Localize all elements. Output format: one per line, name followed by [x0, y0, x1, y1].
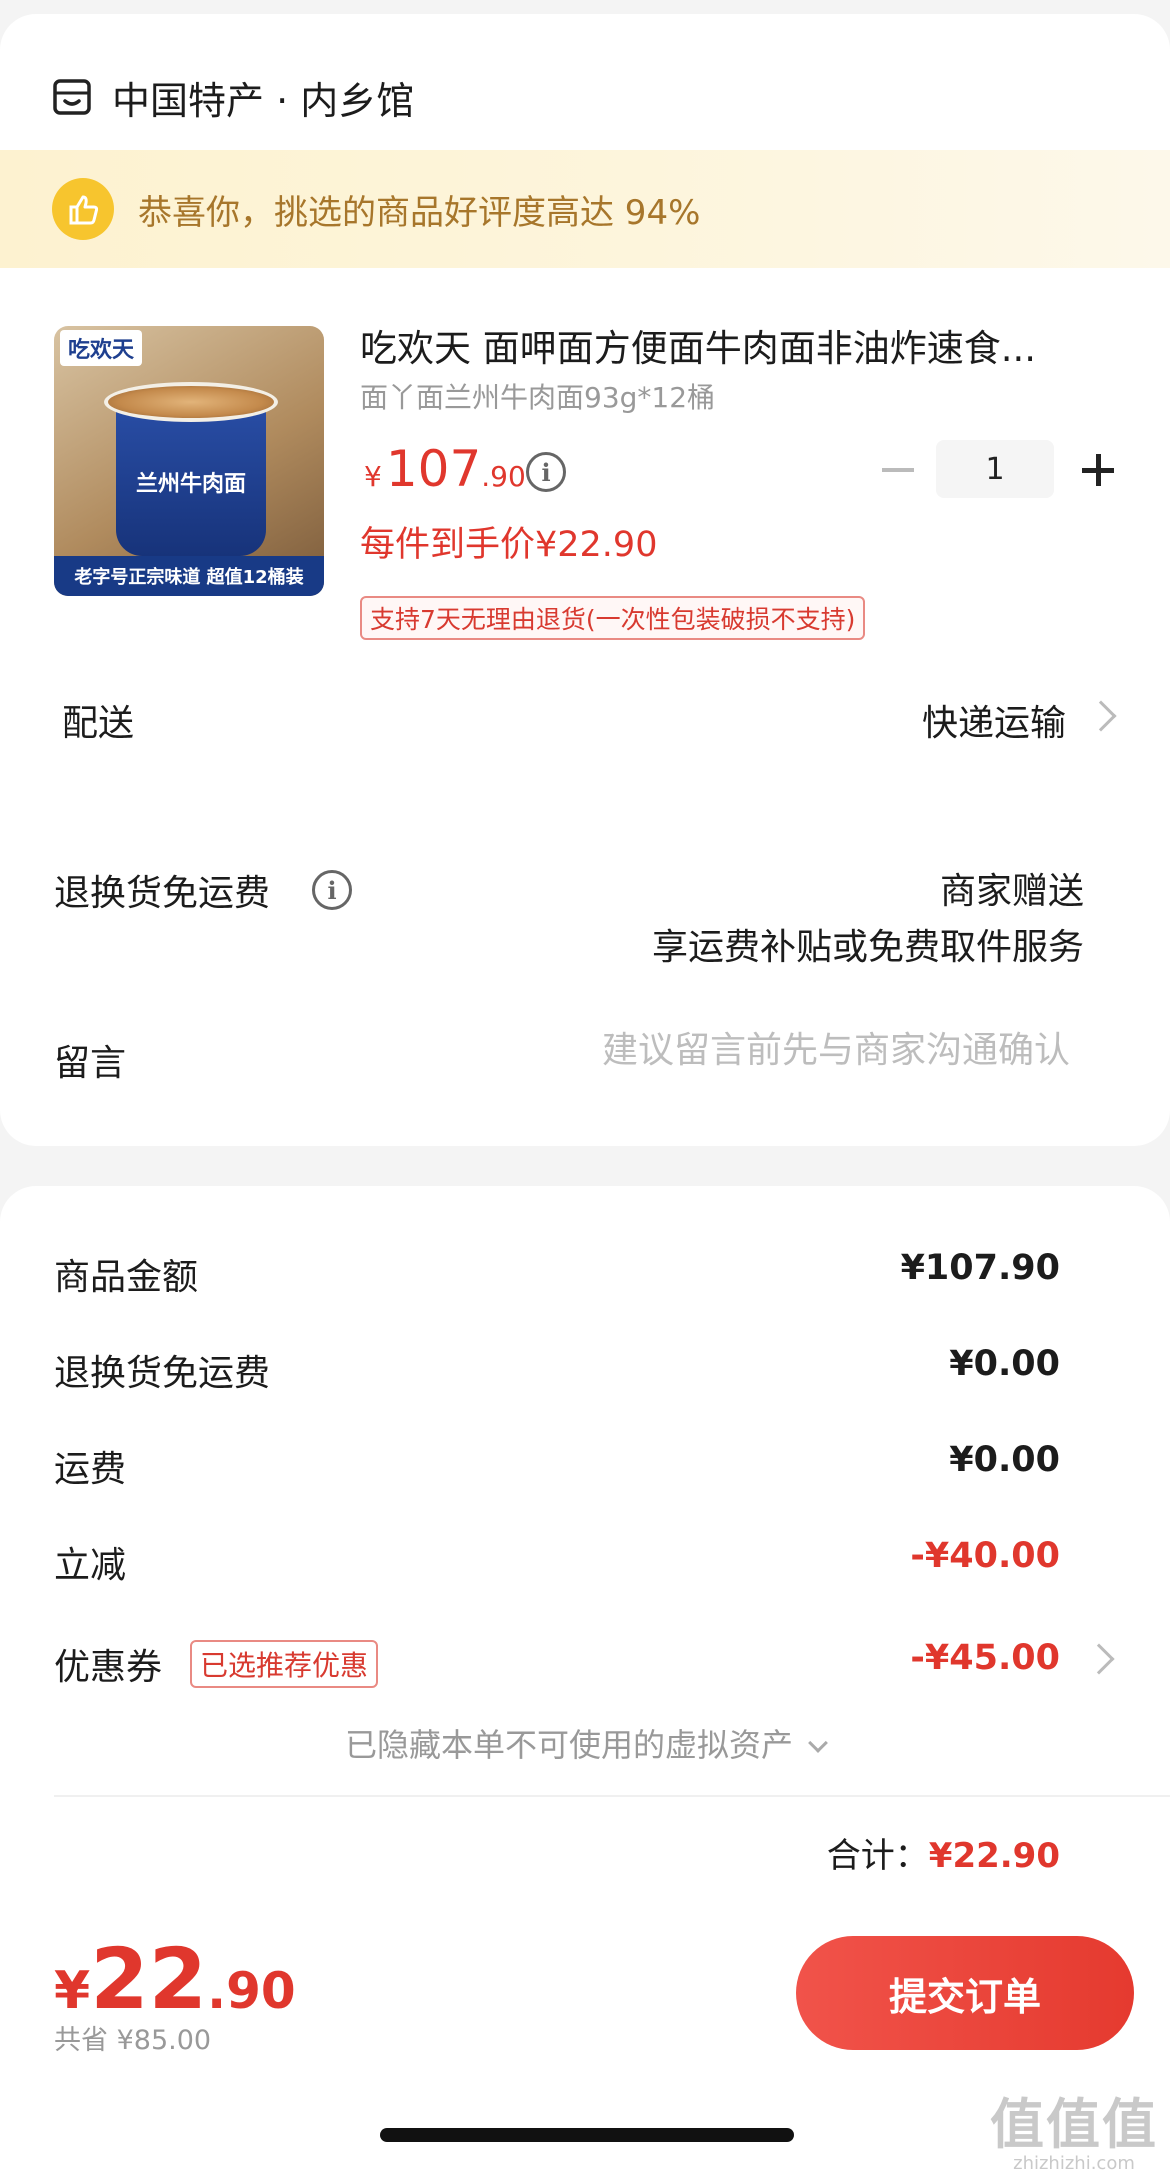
coupon-label: 优惠券	[54, 1647, 163, 1688]
divider	[54, 1795, 1170, 1797]
product-price: ¥ 107 .90	[364, 440, 526, 498]
total-label: 合计：	[826, 1836, 929, 1876]
goods-amount-value: ¥107.90	[900, 1248, 1060, 1288]
product-price-dec: .90	[481, 460, 526, 493]
message-input[interactable]	[470, 1030, 1070, 1071]
submit-order-button[interactable]: 提交订单	[796, 1936, 1134, 2050]
discount-value: -¥40.00	[910, 1536, 1060, 1576]
watermark: 值值值 zhizhizhi.com	[990, 2080, 1158, 2171]
return-shipping-info-icon[interactable]: i	[312, 870, 352, 910]
return-fee-value: ¥0.00	[949, 1344, 1060, 1384]
rating-banner-text: 恭喜你，挑选的商品好评度高达 94%	[138, 192, 701, 233]
shipping-fee-label: 运费	[54, 1449, 127, 1490]
product-cup-top	[104, 382, 278, 422]
return-shipping-label: 退换货免运费	[54, 873, 271, 914]
pay-price: ¥ 22 .90	[54, 1930, 296, 2028]
delivery-label: 配送	[62, 703, 135, 744]
home-indicator[interactable]	[380, 2128, 794, 2142]
product-image[interactable]: 吃欢天 兰州牛肉面 老字号正宗味道 超值12桶装	[54, 326, 324, 596]
product-price-symbol: ¥	[364, 460, 382, 493]
product-price-int: 107	[385, 440, 482, 498]
watermark-main: 值值值	[990, 2093, 1158, 2156]
store-icon	[53, 79, 91, 115]
watermark-sub: zhizhizhi.com	[1013, 2153, 1135, 2171]
discount-label: 立减	[54, 1545, 127, 1586]
delivery-value[interactable]: 快递运输	[922, 694, 1066, 746]
quantity-increase-button[interactable]	[1076, 448, 1120, 492]
product-image-strip: 老字号正宗味道 超值12桶装	[54, 556, 324, 596]
hidden-assets-text: 已隐藏本单不可使用的虚拟资产	[344, 1726, 793, 1764]
goods-amount-label: 商品金额	[54, 1257, 199, 1298]
product-image-brand: 吃欢天	[60, 330, 143, 366]
unit-price: 每件到手价¥22.90	[360, 525, 658, 565]
message-label: 留言	[54, 1043, 127, 1084]
product-title[interactable]: 吃欢天 面呷面方便面牛肉面非油炸速食...	[360, 318, 1100, 372]
quantity-value[interactable]: 1	[936, 440, 1054, 498]
pay-price-symbol: ¥	[54, 1961, 91, 2021]
total-value: ¥22.90	[928, 1836, 1060, 1876]
product-spec[interactable]: 面丫面兰州牛肉面93g*12桶	[360, 376, 715, 416]
return-shipping-value: 商家赠送	[939, 871, 1084, 912]
rating-banner: 恭喜你，挑选的商品好评度高达 94%	[0, 150, 1170, 268]
hidden-assets-toggle[interactable]: 已隐藏本单不可使用的虚拟资产	[0, 1720, 1170, 1766]
coupon-value[interactable]: -¥45.00	[910, 1638, 1060, 1678]
shipping-fee-value: ¥0.00	[949, 1440, 1060, 1480]
price-info-icon[interactable]: i	[526, 452, 566, 492]
pay-price-dec: .90	[207, 1962, 296, 2020]
return-fee-label: 退换货免运费	[54, 1353, 271, 1394]
store-name: 中国特产 · 内乡馆	[112, 78, 415, 123]
return-policy-badge: 支持7天无理由退货(一次性包装破损不支持)	[360, 596, 866, 640]
store-header[interactable]: 中国特产 · 内乡馆	[52, 62, 414, 132]
thumbs-up-icon	[52, 178, 114, 240]
chevron-down-icon	[808, 1733, 828, 1753]
coupon-badge[interactable]: 已选推荐优惠	[190, 1640, 379, 1688]
quantity-decrease-button[interactable]	[876, 448, 920, 492]
product-image-label: 兰州牛肉面	[135, 472, 246, 497]
pay-price-int: 22	[90, 1930, 208, 2028]
saved-amount: 共省 ¥85.00	[54, 2025, 212, 2056]
return-shipping-detail: 享运费补贴或免费取件服务	[651, 927, 1084, 968]
total-row: 合计： ¥22.90	[827, 1828, 1060, 1877]
